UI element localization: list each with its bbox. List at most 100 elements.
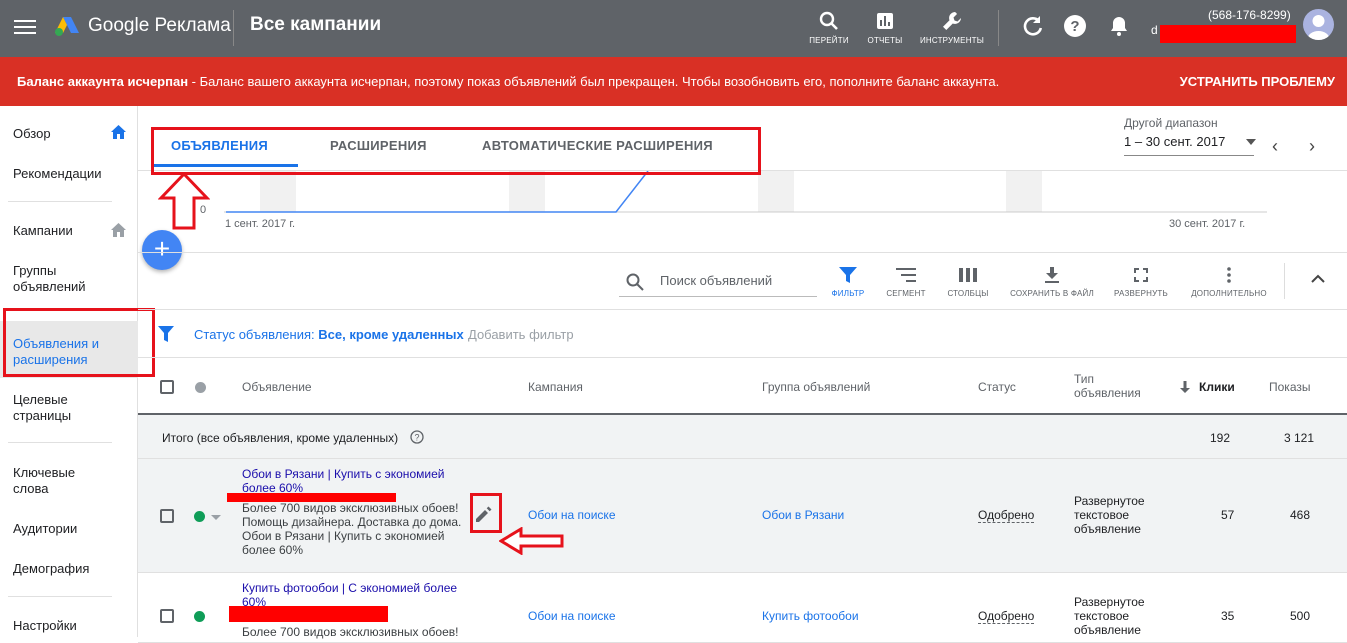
more-button[interactable]: ДОПОЛНИТЕЛЬНО [1190, 265, 1268, 298]
ad-description: Более 700 видов эксклюзивных обоев! Помо… [242, 501, 462, 557]
add-filter-button[interactable]: Добавить фильтр [468, 327, 574, 342]
page-title: Все кампании [250, 14, 382, 35]
fix-problem-button[interactable]: УСТРАНИТЬ ПРОБЛЕМУ [1180, 74, 1335, 89]
download-label: СОХРАНИТЬ В ФАЙЛ [1010, 289, 1094, 298]
segment-label: СЕГМЕНТ [886, 289, 926, 298]
ad-type: Развернутое текстовое объявление [1074, 494, 1145, 536]
refresh-icon[interactable] [1021, 14, 1045, 38]
impressions-value: 500 [1290, 609, 1311, 623]
tools-button[interactable]: ИНСТРУМЕНТЫ [918, 6, 986, 45]
chevron-down-icon[interactable] [1246, 139, 1256, 145]
status-dot-header [195, 382, 206, 393]
col-clicks[interactable]: Клики [1199, 380, 1235, 394]
totals-clicks: 192 [1210, 431, 1231, 445]
ad-type: Развернутое текстовое объявление [1074, 595, 1145, 637]
top-bar: Google Реклама Все кампании ПЕРЕЙТИ ОТЧЕ… [0, 0, 1347, 57]
alert-title: Баланс аккаунта исчерпан [17, 74, 189, 89]
campaign-link[interactable]: Обои на поиске [528, 609, 616, 623]
go-to-button[interactable]: ПЕРЕЙТИ [808, 6, 850, 45]
more-label: ДОПОЛНИТЕЛЬНО [1191, 289, 1267, 298]
expand-button[interactable]: РАЗВЕРНУТЬ [1112, 265, 1170, 298]
table-toolbar: Поиск объявлений ФИЛЬТР СЕГМЕНТ СТОЛБЦЫ … [138, 252, 1347, 310]
tab-ads[interactable]: ОБЪЯВЛЕНИЯ [171, 138, 268, 153]
more-vert-icon [1227, 267, 1231, 283]
chart-x-start: 1 сент. 2017 г. [225, 218, 296, 230]
status-filter-label: Статус объявления: [194, 327, 319, 342]
status-value[interactable]: Одобрено [978, 609, 1035, 624]
chevron-up-icon[interactable] [1311, 273, 1325, 283]
status-filter-chip[interactable]: Статус объявления: Все, кроме удаленных [194, 327, 464, 342]
sidebar: Обзор Рекомендации Кампании Группы объяв… [0, 106, 138, 637]
status-dropdown-icon[interactable] [211, 515, 221, 520]
status-dot-enabled [194, 611, 205, 622]
fullscreen-icon [1134, 268, 1148, 282]
reports-button[interactable]: ОТЧЕТЫ [862, 6, 908, 45]
download-button[interactable]: СОХРАНИТЬ В ФАЙЛ [1008, 265, 1096, 298]
pencil-icon[interactable] [476, 506, 492, 522]
row-checkbox[interactable] [160, 509, 174, 523]
help-circle-icon[interactable]: ? [410, 430, 424, 444]
chevron-left-icon[interactable]: ‹ [1272, 136, 1278, 157]
account-email: d [1151, 23, 1158, 37]
home-icon [111, 125, 126, 139]
chart-x-end: 30 сент. 2017 г. [1169, 218, 1246, 230]
segment-button[interactable]: СЕГМЕНТ [882, 265, 930, 298]
bell-icon[interactable] [1107, 14, 1131, 38]
adgroup-link[interactable]: Обои в Рязани [762, 508, 844, 522]
chevron-right-icon[interactable]: › [1309, 136, 1315, 157]
ad-title-link[interactable]: Купить фотообои | С экономией более 60% [242, 581, 468, 609]
filter-button[interactable]: ФИЛЬТР [826, 265, 870, 298]
select-all-checkbox[interactable] [160, 380, 174, 394]
redacted-email [1160, 25, 1296, 43]
ad-title-link[interactable]: Обои в Рязани | Купить с экономией более… [242, 467, 462, 495]
sidebar-item-recommendations[interactable]: Рекомендации [13, 166, 102, 182]
status-dot-enabled [194, 511, 205, 522]
sidebar-item-overview[interactable]: Обзор [13, 126, 51, 142]
col-type[interactable]: Тип объявления [1074, 372, 1154, 400]
segment-icon [896, 268, 916, 282]
main-content: ОБЪЯВЛЕНИЯ РАСШИРЕНИЯ АВТОМАТИЧЕСКИЕ РАС… [138, 106, 1347, 643]
redacted-line [227, 493, 396, 502]
sidebar-item-keywords[interactable]: Ключевые слова [13, 465, 103, 497]
balance-alert: Баланс аккаунта исчерпан - Баланс вашего… [0, 57, 1347, 106]
sidebar-item-campaigns[interactable]: Кампании [13, 223, 73, 239]
avatar[interactable] [1303, 9, 1334, 40]
search-input[interactable]: Поиск объявлений [660, 273, 772, 288]
columns-button[interactable]: СТОЛБЦЫ [944, 265, 992, 298]
row-checkbox[interactable] [160, 609, 174, 623]
download-icon [1045, 267, 1059, 283]
col-ad[interactable]: Объявление [242, 380, 312, 394]
sidebar-item-audiences[interactable]: Аудитории [13, 521, 77, 537]
sidebar-item-ads-extensions[interactable]: Объявления и расширения [13, 336, 113, 368]
date-range-label: Другой диапазон [1124, 116, 1218, 130]
table-row: Обои в Рязани | Купить с экономией более… [138, 459, 1347, 573]
filter-icon [839, 267, 857, 283]
col-campaign[interactable]: Кампания [528, 380, 583, 394]
sidebar-item-ad-groups[interactable]: Группы объявлений [13, 263, 103, 295]
columns-icon [959, 268, 977, 282]
google-ads-logo [55, 17, 79, 36]
sidebar-item-landing-pages[interactable]: Целевые страницы [13, 392, 103, 424]
clicks-value: 57 [1221, 508, 1235, 522]
status-value[interactable]: Одобрено [978, 508, 1035, 523]
svg-text:?: ? [1070, 18, 1079, 35]
tab-auto-extensions[interactable]: АВТОМАТИЧЕСКИЕ РАСШИРЕНИЯ [482, 138, 713, 153]
expand-label: РАЗВЕРНУТЬ [1114, 289, 1168, 298]
filter-label: ФИЛЬТР [831, 289, 865, 298]
col-impressions[interactable]: Показы [1269, 380, 1310, 394]
date-range-select[interactable]: 1 – 30 сент. 2017 [1124, 134, 1225, 149]
brand-name: Google Реклама [88, 15, 231, 36]
sidebar-item-settings[interactable]: Настройки [13, 618, 77, 634]
menu-icon[interactable] [14, 16, 36, 40]
campaign-link[interactable]: Обои на поиске [528, 508, 616, 522]
tab-extensions[interactable]: РАСШИРЕНИЯ [330, 138, 427, 153]
annotation-arrow-up-icon [158, 172, 210, 230]
wrench-icon [943, 12, 961, 30]
tools-label: ИНСТРУМЕНТЫ [919, 36, 985, 45]
help-icon[interactable]: ? [1063, 14, 1087, 38]
adgroup-link[interactable]: Купить фотообои [762, 609, 859, 623]
sidebar-item-demographics[interactable]: Демография [13, 561, 89, 577]
col-adgroup[interactable]: Группа объявлений [762, 380, 870, 394]
columns-label: СТОЛБЦЫ [947, 289, 989, 298]
col-status[interactable]: Статус [978, 380, 1016, 394]
